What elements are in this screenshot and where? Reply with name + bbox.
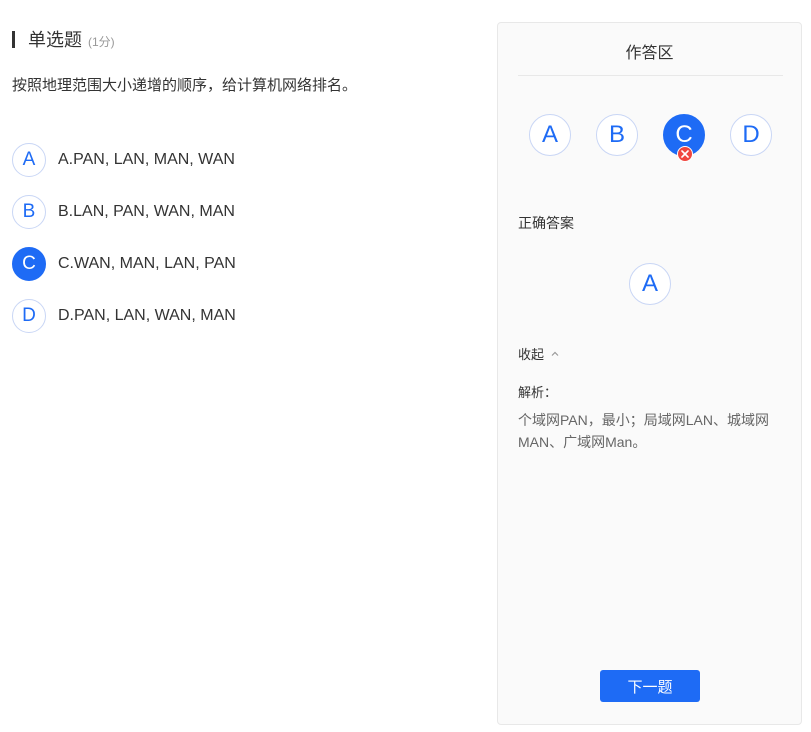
- analysis-label: 解析：: [518, 385, 558, 400]
- answer-choice-a[interactable]: A: [529, 114, 571, 156]
- answer-choice-c-label: C: [675, 121, 693, 148]
- question-header: 单选题 (1分): [12, 26, 115, 52]
- analysis-text: 个域网PAN，最小；局域网LAN、城域网MAN、广域网Man。: [518, 412, 769, 450]
- question-text: 按照地理范围大小递增的顺序，给计算机网络排名。: [12, 77, 358, 94]
- chevron-up-icon: [551, 351, 559, 356]
- option-b[interactable]: B B.LAN, PAN, WAN, MAN: [12, 195, 236, 229]
- answer-choice-b[interactable]: B: [596, 114, 638, 156]
- quiz-page: 单选题 (1分) 按照地理范围大小递增的顺序，给计算机网络排名。 A A.PAN…: [0, 0, 811, 732]
- answer-choice-d[interactable]: D: [730, 114, 772, 156]
- header-accent-bar: [12, 30, 15, 48]
- collapse-toggle[interactable]: 收起: [518, 344, 559, 363]
- option-c-text: C.WAN, MAN, LAN, PAN: [58, 255, 236, 272]
- next-question-button[interactable]: 下一题: [600, 670, 700, 702]
- question-score: (1分): [88, 35, 115, 49]
- collapse-label: 收起: [518, 347, 545, 362]
- option-d-text: D.PAN, LAN, WAN, MAN: [58, 307, 236, 324]
- option-c[interactable]: C C.WAN, MAN, LAN, PAN: [12, 247, 236, 281]
- option-b-text: B.LAN, PAN, WAN, MAN: [58, 203, 235, 220]
- option-a-circle[interactable]: A: [12, 143, 46, 177]
- correct-answer-label: 正确答案: [518, 215, 574, 231]
- option-list: A A.PAN, LAN, MAN, WAN B B.LAN, PAN, WAN…: [12, 143, 236, 351]
- answer-choice-c[interactable]: C: [663, 114, 705, 162]
- option-c-circle[interactable]: C: [12, 247, 46, 281]
- question-type: 单选题: [28, 30, 82, 50]
- option-a[interactable]: A A.PAN, LAN, MAN, WAN: [12, 143, 236, 177]
- option-d-circle[interactable]: D: [12, 299, 46, 333]
- option-a-text: A.PAN, LAN, MAN, WAN: [58, 151, 235, 168]
- correct-answer-badge: A: [629, 263, 671, 305]
- answer-choices: A B C D: [529, 114, 772, 162]
- panel-divider: [518, 75, 783, 76]
- panel-title: 作答区: [625, 45, 674, 62]
- wrong-mark-icon: [677, 146, 693, 162]
- answer-panel: 作答区 A B C D 正确答案 A 收起 解析： 个域网PAN，最小；局域网L…: [497, 22, 802, 725]
- option-d[interactable]: D D.PAN, LAN, WAN, MAN: [12, 299, 236, 333]
- option-b-circle[interactable]: B: [12, 195, 46, 229]
